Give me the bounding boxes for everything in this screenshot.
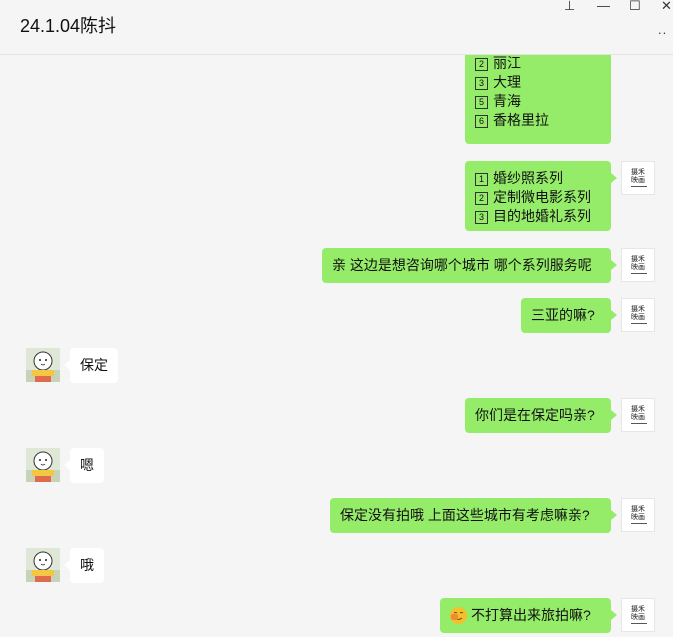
message-bubble[interactable]: 哦 xyxy=(64,548,104,583)
list-line: 2 丽江 xyxy=(475,54,601,73)
my-avatar[interactable]: 摄禾 映画 xyxy=(621,248,655,282)
message-bubble[interactable]: 保定没有拍哦 上面这些城市有考虑嘛亲? xyxy=(330,498,617,533)
minimize-icon[interactable]: — xyxy=(597,0,610,14)
pin-icon[interactable]: ⊥ xyxy=(564,0,575,14)
number-box-icon: 3 xyxy=(475,211,488,224)
my-avatar[interactable]: 摄禾 映画 xyxy=(621,298,655,332)
contact-avatar[interactable] xyxy=(26,548,60,582)
message-bubble[interactable]: 你们是在保定吗亲? xyxy=(465,398,617,433)
close-icon[interactable]: ✕ xyxy=(661,0,672,14)
cartoon-avatar-icon xyxy=(26,548,60,582)
chat-area[interactable]: 1三亚 2丽江 3大理 5青海 6香格里拉 1婚纱照系列 2定制微电影系列 3目… xyxy=(0,0,673,637)
message-bubble[interactable]: 亲 这边是想咨询哪个城市 哪个系列服务呢 xyxy=(322,248,617,283)
number-box-icon: 5 xyxy=(475,96,488,109)
contact-avatar[interactable] xyxy=(26,348,60,382)
contact-avatar[interactable] xyxy=(26,448,60,482)
chat-header: 24.1.04陈抖 ⊥ — ☐ ✕ .. xyxy=(0,0,673,55)
list-line: 1 婚纱照系列 xyxy=(475,169,601,188)
list-line: 3 大理 xyxy=(475,73,601,92)
number-box-icon: 2 xyxy=(475,58,488,71)
list-line: 2 定制微电影系列 xyxy=(475,188,601,207)
list-line: 5 青海 xyxy=(475,92,601,111)
number-box-icon: 1 xyxy=(475,173,488,186)
number-box-icon: 6 xyxy=(475,115,488,128)
cartoon-avatar-icon xyxy=(26,348,60,382)
cartoon-avatar-icon xyxy=(26,448,60,482)
my-avatar[interactable]: 摄禾 映画 xyxy=(621,498,655,532)
my-avatar[interactable]: 摄禾 映画 xyxy=(621,598,655,632)
more-options-icon[interactable]: .. xyxy=(658,22,667,37)
message-bubble[interactable]: 三亚的嘛? xyxy=(521,298,617,333)
list-line: 3 目的地婚礼系列 xyxy=(475,207,601,226)
message-bubble-series-list[interactable]: 1 婚纱照系列 2 定制微电影系列 3 目的地婚礼系列 xyxy=(465,161,617,231)
message-bubble[interactable]: 不打算出来旅拍嘛? xyxy=(440,598,617,633)
number-box-icon: 3 xyxy=(475,77,488,90)
facepalm-emoji-icon xyxy=(450,607,467,624)
number-box-icon: 2 xyxy=(475,192,488,205)
list-line: 6 香格里拉 xyxy=(475,111,601,130)
maximize-icon[interactable]: ☐ xyxy=(629,0,641,14)
chat-title: 24.1.04陈抖 xyxy=(20,16,117,36)
my-avatar[interactable]: 摄禾 映画 xyxy=(621,161,655,195)
message-bubble[interactable]: 嗯 xyxy=(64,448,104,483)
my-avatar[interactable]: 摄禾 映画 xyxy=(621,398,655,432)
message-bubble[interactable]: 保定 xyxy=(64,348,118,383)
